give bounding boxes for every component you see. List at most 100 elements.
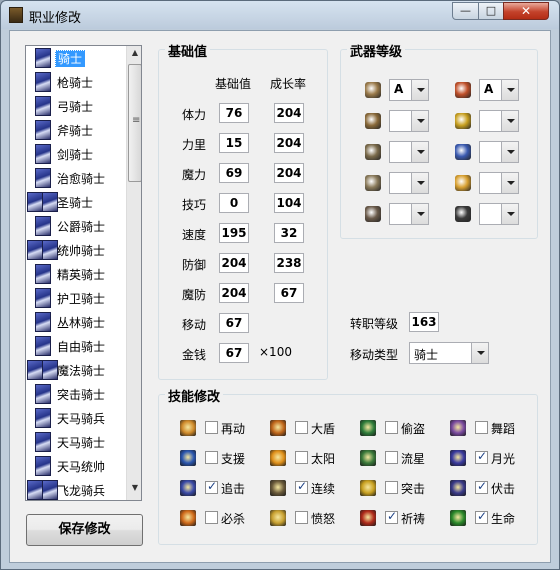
weapon-rank-select[interactable]	[479, 172, 519, 194]
class-list[interactable]: 骑士 枪骑士 弓骑士 斧骑士 剑骑士 治愈骑士 圣骑士 公爵骑士 统帅骑士精英骑士护卫骑士丛林骑…	[25, 45, 142, 501]
growth-value-field[interactable]: 238	[274, 253, 304, 273]
list-item[interactable]: 斧骑士	[26, 118, 126, 142]
weapon-rank-select[interactable]	[389, 110, 429, 132]
thunder-magic-icon	[455, 113, 471, 129]
list-item[interactable]: 统帅骑士	[26, 238, 126, 262]
growth-value-field[interactable]: 204	[274, 133, 304, 153]
list-item[interactable]: 丛林骑士	[26, 310, 126, 334]
skill-checkbox[interactable]	[205, 479, 218, 494]
close-icon: ✕	[520, 4, 532, 18]
skill-checkbox[interactable]	[385, 451, 398, 464]
knight-sprite-icon	[35, 384, 51, 404]
list-item[interactable]: 治愈骑士	[26, 166, 126, 190]
stat-label: 防御	[182, 258, 207, 272]
growth-value-field[interactable]: 104	[274, 193, 304, 213]
chevron-down-icon[interactable]	[471, 343, 488, 363]
minimize-button[interactable]: —	[452, 2, 479, 20]
list-item[interactable]: 飞龙骑兵	[26, 478, 126, 500]
chevron-down-icon[interactable]	[501, 204, 518, 224]
skill-checkbox[interactable]	[385, 481, 398, 494]
scroll-up-icon[interactable]: ▲	[128, 48, 141, 64]
list-item[interactable]: 弓骑士	[26, 94, 126, 118]
list-item-label: 精英骑士	[57, 268, 106, 282]
chevron-down-icon[interactable]	[501, 173, 518, 193]
close-button[interactable]: ✕	[503, 2, 549, 20]
skill-icon	[450, 420, 466, 436]
skill-checkbox[interactable]	[295, 421, 308, 434]
skill-checkbox[interactable]	[295, 479, 308, 494]
weapon-rank-select[interactable]	[479, 110, 519, 132]
chevron-down-icon[interactable]	[411, 204, 428, 224]
list-item[interactable]: 圣骑士	[26, 190, 126, 214]
money-suffix: ×100	[259, 345, 292, 359]
title-bar[interactable]: 职业修改 — □ ✕	[1, 1, 559, 29]
skill-checkbox[interactable]	[295, 451, 308, 464]
growth-value-field[interactable]: 204	[274, 103, 304, 123]
knight-sprite-icon	[35, 456, 51, 476]
chevron-down-icon[interactable]	[411, 142, 428, 162]
skill-checkbox[interactable]	[385, 509, 398, 524]
skill-checkbox[interactable]	[295, 511, 308, 524]
weapon-rank-select[interactable]	[389, 203, 429, 225]
chevron-down-icon[interactable]	[411, 80, 428, 100]
base-value-field[interactable]: 76	[219, 103, 249, 123]
chevron-down-icon[interactable]	[411, 111, 428, 131]
skill-checkbox[interactable]	[475, 449, 488, 464]
skill-checkbox[interactable]	[205, 421, 218, 434]
list-item[interactable]: 精英骑士	[26, 262, 126, 286]
list-item[interactable]: 护卫骑士	[26, 286, 126, 310]
weapon-rank-select[interactable]	[479, 141, 519, 163]
skill-checkbox[interactable]	[205, 511, 218, 524]
list-item[interactable]: 公爵骑士	[26, 214, 126, 238]
list-item[interactable]: 突击骑士	[26, 382, 126, 406]
list-item[interactable]: 剑骑士	[26, 142, 126, 166]
base-value-field[interactable]: 67	[219, 343, 249, 363]
growth-value-field[interactable]: 204	[274, 163, 304, 183]
growth-value-field[interactable]: 32	[274, 223, 304, 243]
save-button[interactable]: 保存修改	[26, 514, 143, 546]
growth-value-field[interactable]: 67	[274, 283, 304, 303]
chevron-down-icon[interactable]	[501, 142, 518, 162]
base-value-field[interactable]: 204	[219, 253, 249, 273]
list-item[interactable]: 天马统帅	[26, 454, 126, 478]
chevron-down-icon[interactable]	[411, 173, 428, 193]
knight-sprite-icon	[35, 72, 51, 92]
maximize-button[interactable]: □	[478, 2, 504, 20]
list-item[interactable]: 天马骑士	[26, 430, 126, 454]
weapon-rank-select[interactable]	[389, 172, 429, 194]
base-value-field[interactable]: 67	[219, 313, 249, 333]
move-type-select[interactable]: 骑士	[409, 342, 489, 364]
skill-checkbox[interactable]	[475, 479, 488, 494]
list-item[interactable]: 枪骑士	[26, 70, 126, 94]
chevron-down-icon[interactable]	[501, 111, 518, 131]
skill-label: 月光	[491, 452, 516, 466]
skill-checkbox[interactable]	[205, 451, 218, 464]
skill-checkbox[interactable]	[475, 421, 488, 434]
scroll-thumb[interactable]	[128, 64, 141, 182]
weapon-rank-select[interactable]: A	[389, 79, 429, 101]
skill-checkbox[interactable]	[385, 421, 398, 434]
chevron-down-icon[interactable]	[501, 80, 518, 100]
base-value-field[interactable]: 195	[219, 223, 249, 243]
list-item[interactable]: 魔法骑士	[26, 358, 126, 382]
knight-sprite-icon	[42, 360, 58, 380]
skill-checkbox[interactable]	[475, 509, 488, 524]
weapon-rank-select[interactable]	[389, 141, 429, 163]
promotion-level-field[interactable]: 163	[409, 312, 439, 332]
weapon-rank-select[interactable]: A	[479, 79, 519, 101]
base-value-field[interactable]: 0	[219, 193, 249, 213]
list-item[interactable]: 骑士	[26, 46, 127, 70]
list-item-label: 护卫骑士	[57, 292, 106, 306]
list-item[interactable]: 自由骑士	[26, 334, 126, 358]
skill-label: 愤怒	[311, 512, 336, 526]
base-value-field[interactable]: 204	[219, 283, 249, 303]
base-value-field[interactable]: 69	[219, 163, 249, 183]
skill-label: 偷盗	[401, 422, 426, 436]
list-item[interactable]: 天马骑兵	[26, 406, 126, 430]
weapon-rank-value: A	[484, 82, 494, 96]
class-list-scrollbar[interactable]: ▲ ▼	[126, 46, 141, 500]
weapon-rank-select[interactable]	[479, 203, 519, 225]
base-value-field[interactable]: 15	[219, 133, 249, 153]
knife-icon	[365, 206, 381, 222]
scroll-down-icon[interactable]: ▼	[128, 483, 141, 499]
